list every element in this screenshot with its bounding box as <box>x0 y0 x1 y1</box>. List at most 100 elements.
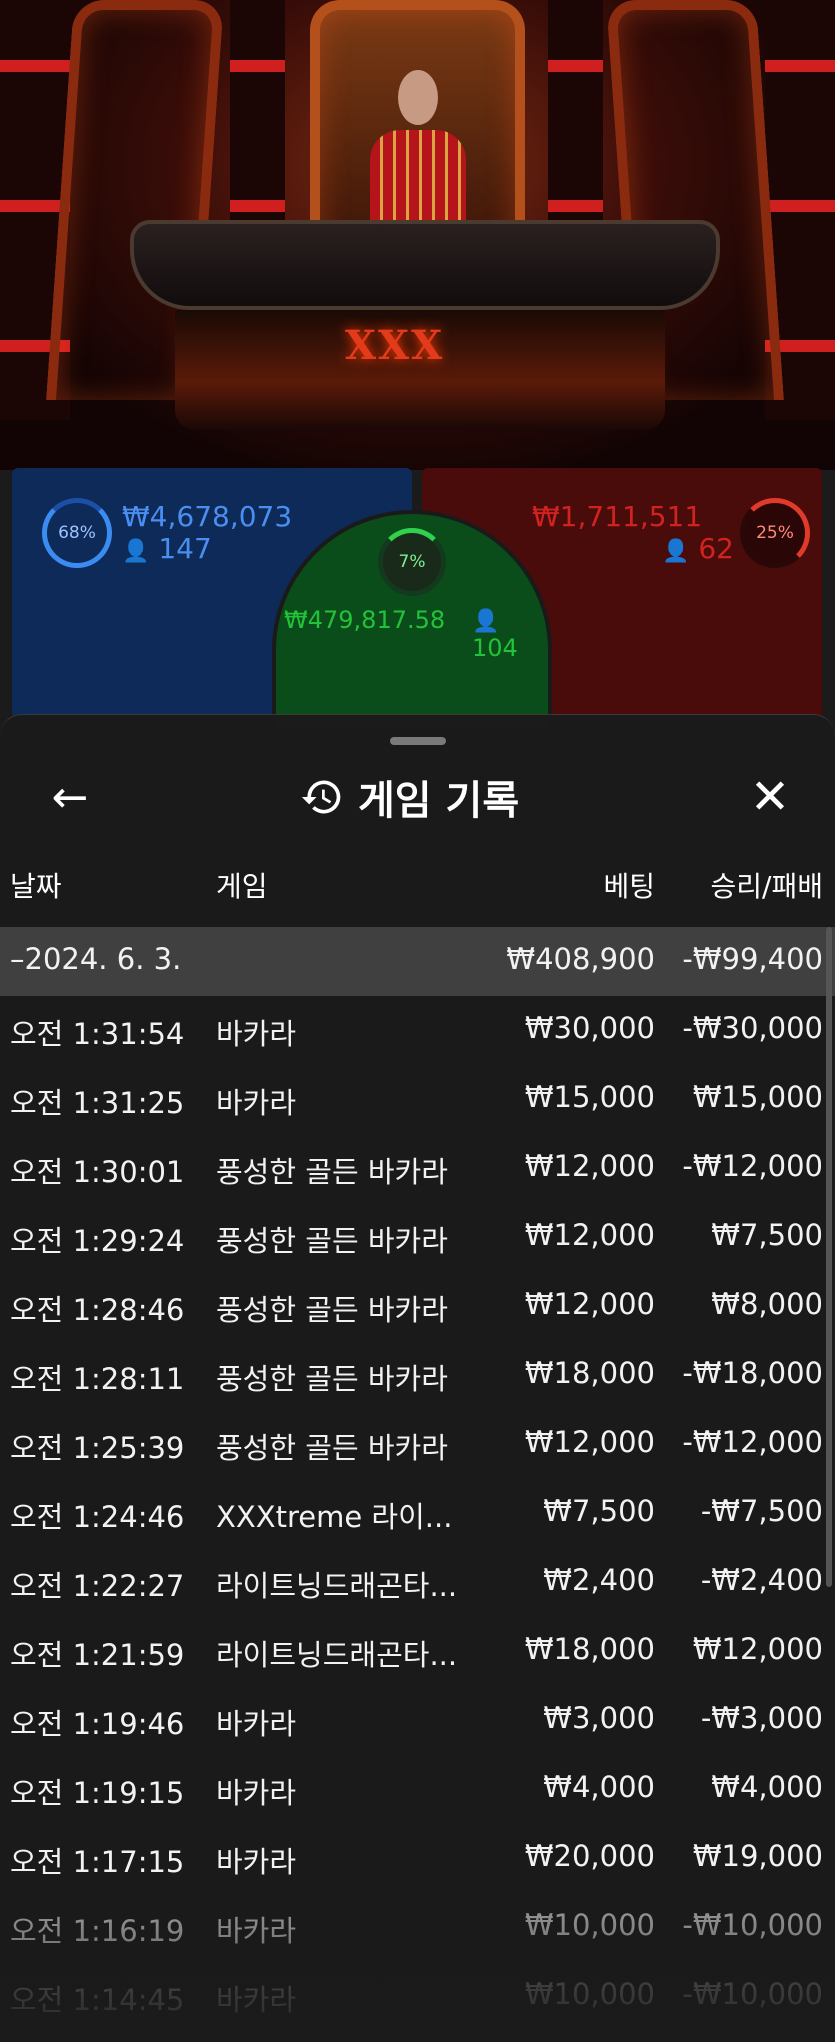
history-row[interactable]: 오전 1:30:01 풍성한 골든 바카라 ₩12,000 -₩12,000 <box>0 1134 835 1203</box>
close-icon: ✕ <box>749 769 791 825</box>
row-game: 바카라 <box>216 1845 297 1879</box>
row-bet: ₩18,000 <box>524 1356 655 1390</box>
row-game: 바카라 <box>216 1776 297 1810</box>
row-time: 오전 1:30:01 <box>10 1155 185 1189</box>
scrollbar[interactable] <box>826 927 832 1587</box>
sheet-header: 게임 기록 <box>300 769 519 825</box>
history-row[interactable]: 오전 1:24:46 XXXtreme 라이... ₩7,500 -₩7,500 <box>0 1479 835 1548</box>
row-result: -₩10,000 <box>682 1908 823 1942</box>
row-game: 라이트닝드래곤타... <box>216 1569 458 1603</box>
row-game: 풍성한 골든 바카라 <box>216 1362 448 1396</box>
history-row[interactable]: 오전 1:16:19 바카라 ₩10,000 -₩10,000 <box>0 1893 835 1962</box>
drag-handle[interactable] <box>390 737 446 745</box>
row-result: -₩18,000 <box>682 1356 823 1390</box>
history-row[interactable]: 오전 1:29:24 풍성한 골든 바카라 ₩12,000 ₩7,500 <box>0 1203 835 1272</box>
table-header: 날짜 게임 베팅 승리/패배 <box>0 865 835 909</box>
history-table: –2024. 6. 3. ₩408,900 -₩99,400 오전 1:31:5… <box>0 927 835 2031</box>
row-time: 오전 1:28:11 <box>10 1362 185 1396</box>
row-result: ₩7,500 <box>711 1218 823 1252</box>
row-bet: ₩12,000 <box>524 1149 655 1183</box>
tie-percent: 7% <box>398 552 426 572</box>
row-bet: ₩12,000 <box>524 1287 655 1321</box>
row-bet: ₩20,000 <box>524 1839 655 1873</box>
player-percent: 68% <box>58 523 96 543</box>
row-time: 오전 1:31:54 <box>10 1017 185 1051</box>
live-video: XXX <box>0 0 835 470</box>
col-date: 날짜 <box>10 870 62 903</box>
history-row[interactable]: 오전 1:25:39 풍성한 골든 바카라 ₩12,000 -₩12,000 <box>0 1410 835 1479</box>
row-result: -₩12,000 <box>682 1149 823 1183</box>
xxx-logo: XXX <box>345 322 445 369</box>
history-row[interactable]: 오전 1:17:15 바카라 ₩20,000 ₩19,000 <box>0 1824 835 1893</box>
row-bet: ₩15,000 <box>524 1080 655 1114</box>
row-game: XXXtreme 라이... <box>216 1500 453 1534</box>
col-result: 승리/패배 <box>710 870 823 903</box>
row-bet: ₩2,400 <box>543 1563 655 1597</box>
banker-percent: 25% <box>756 523 794 543</box>
date-group-row[interactable]: –2024. 6. 3. ₩408,900 -₩99,400 <box>0 927 835 996</box>
row-result: ₩15,000 <box>692 1080 823 1114</box>
row-game: 풍성한 골든 바카라 <box>216 1293 448 1327</box>
row-result: ₩12,000 <box>692 1632 823 1666</box>
row-time: 오전 1:22:27 <box>10 1569 185 1603</box>
player-count-value: 147 <box>158 532 212 565</box>
arrow-left-icon: ← <box>51 771 89 823</box>
row-result: -₩12,000 <box>682 1425 823 1459</box>
back-button[interactable]: ← <box>44 771 96 823</box>
row-game: 풍성한 골든 바카라 <box>216 1224 448 1258</box>
page-title: 게임 기록 <box>358 778 520 824</box>
row-time: 오전 1:28:46 <box>10 1293 185 1327</box>
row-bet: ₩12,000 <box>524 1425 655 1459</box>
group-total-result: -₩99,400 <box>682 942 823 976</box>
row-bet: ₩10,000 <box>524 1977 655 2011</box>
row-result: ₩8,000 <box>711 1287 823 1321</box>
row-time: 오전 1:14:45 <box>10 1983 185 2017</box>
history-row[interactable]: 오전 1:19:15 바카라 ₩4,000 ₩4,000 <box>0 1755 835 1824</box>
history-row[interactable]: 오전 1:14:45 바카라 ₩10,000 -₩10,000 <box>0 1962 835 2031</box>
row-result: -₩3,000 <box>700 1701 823 1735</box>
row-game: 라이트닝드래곤타... <box>216 1638 458 1672</box>
row-result: ₩19,000 <box>692 1839 823 1873</box>
close-button[interactable]: ✕ <box>744 769 796 825</box>
row-time: 오전 1:19:46 <box>10 1707 185 1741</box>
tie-count: 👤 104 <box>472 606 548 662</box>
row-time: 오전 1:29:24 <box>10 1224 185 1258</box>
row-bet: ₩3,000 <box>543 1701 655 1735</box>
row-game: 바카라 <box>216 1017 297 1051</box>
player-percent-ring: 68% <box>42 498 112 568</box>
row-game: 바카라 <box>216 1983 297 2017</box>
history-row[interactable]: 오전 1:28:11 풍성한 골든 바카라 ₩18,000 -₩18,000 <box>0 1341 835 1410</box>
row-result: ₩4,000 <box>711 1770 823 1804</box>
tie-count-value: 104 <box>472 634 518 662</box>
history-row[interactable]: 오전 1:31:25 바카라 ₩15,000 ₩15,000 <box>0 1065 835 1134</box>
tie-amount: ₩479,817.58 <box>284 606 446 634</box>
dealer <box>370 64 466 240</box>
history-row[interactable]: 오전 1:31:54 바카라 ₩30,000 -₩30,000 <box>0 996 835 1065</box>
banker-amount: ₩1,711,511 <box>532 500 703 533</box>
history-row[interactable]: 오전 1:22:27 라이트닝드래곤타... ₩2,400 -₩2,400 <box>0 1548 835 1617</box>
history-row[interactable]: 오전 1:21:59 라이트닝드래곤타... ₩18,000 ₩12,000 <box>0 1617 835 1686</box>
row-bet: ₩12,000 <box>524 1218 655 1252</box>
player-count: 👤 147 <box>122 532 212 565</box>
row-time: 오전 1:24:46 <box>10 1500 185 1534</box>
banker-count: 👤 62 <box>662 532 734 565</box>
person-icon: 👤 <box>122 539 150 564</box>
row-time: 오전 1:31:25 <box>10 1086 185 1120</box>
history-row[interactable]: 오전 1:19:46 바카라 ₩3,000 -₩3,000 <box>0 1686 835 1755</box>
row-bet: ₩18,000 <box>524 1632 655 1666</box>
person-icon: 👤 <box>662 539 690 564</box>
player-amount: ₩4,678,073 <box>122 500 293 533</box>
row-bet: ₩10,000 <box>524 1908 655 1942</box>
row-result: -₩7,500 <box>700 1494 823 1528</box>
history-row[interactable]: 오전 1:28:46 풍성한 골든 바카라 ₩12,000 ₩8,000 <box>0 1272 835 1341</box>
row-result: -₩10,000 <box>682 1977 823 2011</box>
col-bet: 베팅 <box>603 870 655 903</box>
row-game: 바카라 <box>216 1914 297 1948</box>
row-bet: ₩30,000 <box>524 1011 655 1045</box>
bet-panel: 68% ₩4,678,073 👤 147 25% ₩1,711,511 👤 62… <box>0 468 835 730</box>
row-result: -₩2,400 <box>700 1563 823 1597</box>
col-game: 게임 <box>216 870 268 903</box>
row-result: -₩30,000 <box>682 1011 823 1045</box>
baccarat-table <box>130 220 720 310</box>
row-time: 오전 1:19:15 <box>10 1776 185 1810</box>
